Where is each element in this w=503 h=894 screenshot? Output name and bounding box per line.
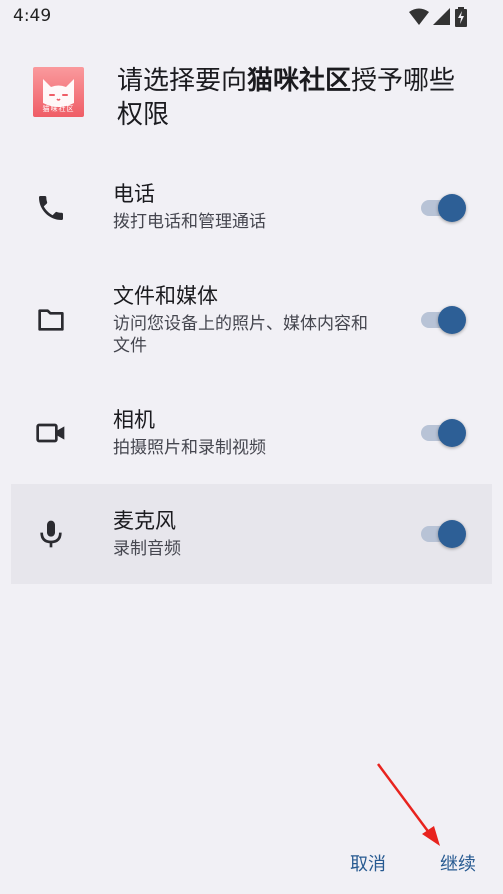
permission-description: 拨打电话和管理通话 bbox=[113, 212, 266, 232]
title-prefix: 请选择要向 bbox=[117, 66, 248, 96]
permission-title: 相机 bbox=[113, 408, 155, 432]
toggle-thumb bbox=[438, 419, 466, 447]
app-icon-text: 猫咪社区 bbox=[42, 105, 75, 113]
microphone-icon bbox=[40, 520, 62, 548]
wifi-icon bbox=[409, 8, 429, 25]
camera-permission-toggle[interactable] bbox=[421, 419, 467, 447]
app-name: 猫咪社区 bbox=[247, 66, 352, 96]
permission-description: 拍摄照片和录制视频 bbox=[113, 438, 266, 458]
toggle-thumb bbox=[438, 194, 466, 222]
permission-item-camera[interactable]: 相机 拍摄照片和录制视频 bbox=[11, 394, 492, 474]
red-arrow-annotation bbox=[376, 763, 440, 846]
status-time: 4:49 bbox=[13, 6, 52, 26]
phone-permission-toggle[interactable] bbox=[421, 194, 467, 222]
battery-charging-icon bbox=[455, 7, 467, 27]
permission-description: 录制音频 bbox=[113, 539, 181, 559]
files-media-permission-toggle[interactable] bbox=[421, 306, 467, 334]
continue-button[interactable]: 继续 bbox=[440, 850, 476, 876]
toggle-thumb bbox=[438, 306, 466, 334]
video-camera-icon bbox=[36, 423, 65, 443]
status-bar: 4:49 bbox=[0, 0, 503, 34]
cancel-button[interactable]: 取消 bbox=[350, 850, 386, 876]
permission-title: 文件和媒体 bbox=[113, 284, 218, 308]
phone-icon bbox=[39, 196, 63, 220]
permission-item-microphone[interactable]: 麦克风 录制音频 bbox=[11, 484, 492, 584]
permission-title: 电话 bbox=[113, 182, 155, 206]
microphone-permission-toggle[interactable] bbox=[421, 520, 467, 548]
permission-item-phone[interactable]: 电话 拨打电话和管理通话 bbox=[11, 168, 492, 248]
status-icons bbox=[409, 7, 467, 27]
folder-icon bbox=[38, 309, 64, 331]
permission-title: 麦克风 bbox=[113, 509, 176, 533]
permission-description: 访问您设备上的照片、媒体内容和文件 bbox=[113, 314, 368, 356]
page-title: 请选择要向猫咪社区授予哪些权限 bbox=[117, 64, 457, 132]
permission-item-files-media[interactable]: 文件和媒体 访问您设备上的照片、媒体内容和文件 bbox=[11, 270, 492, 372]
app-icon: 猫咪社区 bbox=[33, 67, 84, 117]
signal-icon bbox=[433, 8, 450, 25]
toggle-thumb bbox=[438, 520, 466, 548]
